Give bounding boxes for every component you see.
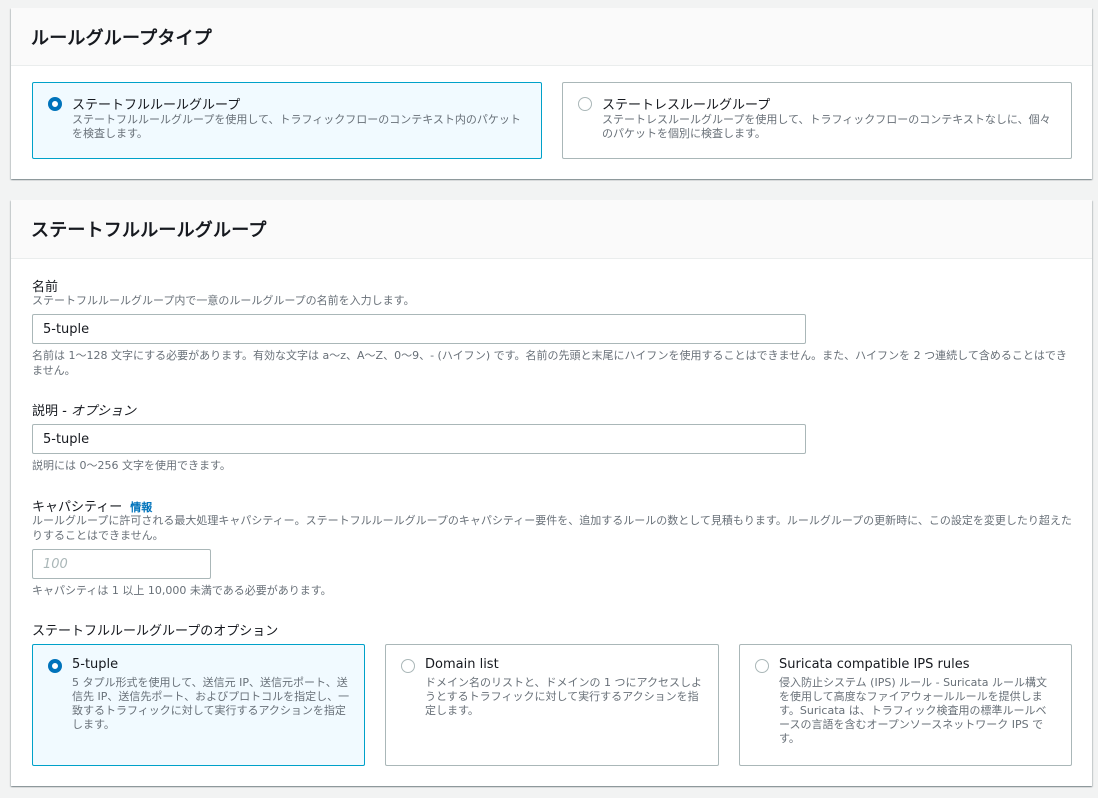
name-description: ステートフルルールグループ内で一意のルールグループの名前を入力します。	[32, 294, 415, 307]
description-input[interactable]	[32, 424, 806, 454]
option-domain-list-description: ドメイン名のリストと、ドメインの 1 つにアクセスしようとするトラフィックに対し…	[425, 676, 702, 717]
stateless-radio[interactable]	[578, 97, 592, 111]
stateless-rule-group-tile[interactable]: ステートレスルールグループ ステートレスルールグループを使用して、トラフィックフ…	[562, 82, 1072, 159]
stateful-rule-group-title: ステートフルルールグループ	[31, 220, 267, 241]
capacity-constraint: キャパシティは 1 以上 10,000 未満である必要があります。	[32, 584, 332, 597]
rule-group-type-header: ルールグループタイプ	[11, 8, 1092, 66]
option-suricata-radio[interactable]	[755, 659, 769, 673]
option-tile-5-tuple[interactable]: 5-tuple 5 タプル形式を使用して、送信元 IP、送信元ポート、送信先 I…	[32, 644, 365, 766]
option-suricata-label: Suricata compatible IPS rules	[779, 657, 970, 672]
stateful-tile-description: ステートフルルールグループを使用して、トラフィックフローのコンテキスト内のパケッ…	[72, 113, 521, 140]
options-label: ステートフルルールグループのオプション	[32, 624, 279, 639]
name-constraint: 名前は 1〜128 文字にする必要があります。有効な文字は a〜z、A〜Z、0〜…	[32, 349, 1067, 377]
stateful-radio[interactable]	[48, 97, 62, 111]
stateless-tile-description: ステートレスルールグループを使用して、トラフィックフローのコンテキストなしに、個…	[602, 113, 1051, 140]
option-domain-list-label: Domain list	[425, 657, 499, 672]
stateful-rule-group-header: ステートフルルールグループ	[11, 200, 1092, 259]
option-5-tuple-radio[interactable]	[48, 659, 62, 673]
option-tile-domain-list[interactable]: Domain list ドメイン名のリストと、ドメインの 1 つにアクセスしよう…	[385, 644, 719, 766]
description-optional-text: - オプション	[58, 404, 136, 419]
capacity-description: ルールグループに許可される最大処理キャパシティー。ステートフルルールグループのキ…	[32, 514, 1072, 542]
stateful-rule-group-tile[interactable]: ステートフルルールグループ ステートフルルールグループを使用して、トラフィックフ…	[32, 82, 542, 159]
stateless-tile-label: ステートレスルールグループ	[602, 98, 771, 113]
stateful-tile-label: ステートフルルールグループ	[72, 98, 241, 113]
option-tile-suricata[interactable]: Suricata compatible IPS rules 侵入防止システム (…	[739, 644, 1072, 766]
option-5-tuple-label: 5-tuple	[72, 657, 119, 672]
rule-group-type-panel: ルールグループタイプ ステートフルルールグループ ステートフルルールグループを使…	[11, 8, 1092, 179]
option-suricata-description: 侵入防止システム (IPS) ルール - Suricata ルール構文を使用して…	[779, 676, 1047, 745]
option-domain-list-radio[interactable]	[401, 659, 415, 673]
stateful-rule-group-panel: ステートフルルールグループ 名前 ステートフルルールグループ内で一意のルールグル…	[11, 200, 1092, 786]
capacity-input[interactable]	[32, 549, 211, 579]
name-input[interactable]	[32, 314, 806, 344]
rule-group-type-title: ルールグループタイプ	[31, 27, 212, 49]
description-label-text: 説明	[32, 404, 59, 419]
description-label: 説明 - オプション	[32, 400, 136, 419]
description-constraint: 説明には 0〜256 文字を使用できます。	[32, 459, 231, 472]
option-5-tuple-description: 5 タプル形式を使用して、送信元 IP、送信元ポート、送信先 IP、送信先ポート…	[72, 676, 350, 731]
